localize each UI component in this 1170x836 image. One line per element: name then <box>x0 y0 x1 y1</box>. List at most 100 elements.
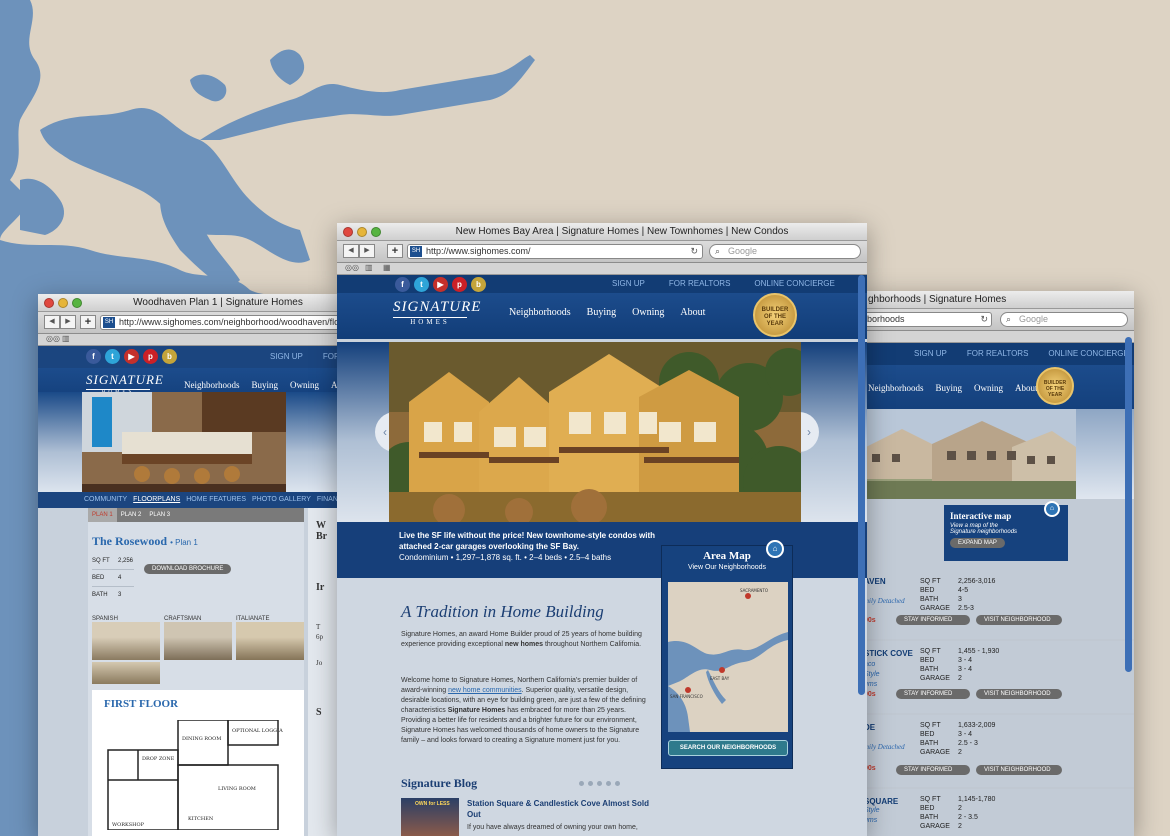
blog-icon[interactable]: b <box>471 277 486 292</box>
sign-up-link[interactable]: SIGN UP <box>612 279 645 288</box>
grid-icon[interactable]: ▦ <box>383 263 391 272</box>
blog-heading: Signature Blog <box>401 776 478 790</box>
twitter-icon[interactable]: t <box>105 349 120 364</box>
top-links: SIGN UP FOR REALTORS ONLINE CONCIERGE <box>914 349 1129 358</box>
facebook-icon[interactable]: f <box>395 277 410 292</box>
download-brochure-button[interactable]: DOWNLOAD BROCHURE <box>144 564 232 574</box>
window-controls <box>44 298 82 308</box>
for-realtors-link[interactable]: FOR REALTORS <box>669 279 731 288</box>
nav-neighborhoods[interactable]: Neighborhoods <box>868 383 924 393</box>
facebook-icon[interactable]: f <box>86 349 101 364</box>
house-thumbnail <box>164 622 232 660</box>
address-bar[interactable]: borhoods ↻ <box>862 312 992 327</box>
window-titlebar: Woodhaven Plan 1 | Signature Homes <box>38 294 338 312</box>
address-bar[interactable]: SH http://www.sighomes.com/neighborhood/… <box>100 315 338 330</box>
pinterest-icon[interactable]: p <box>452 277 467 292</box>
blog-post-title[interactable]: Station Square & Candlestick Cove Almost… <box>467 798 655 820</box>
back-icon[interactable]: ◀ <box>44 315 60 329</box>
book-icon[interactable]: ▥ <box>365 263 373 272</box>
minimize-icon[interactable] <box>357 227 367 237</box>
reader-icon[interactable]: ◎◎ <box>46 334 60 343</box>
scrollbar[interactable] <box>1125 337 1132 672</box>
for-realtors-link[interactable]: FOR REA <box>323 352 338 361</box>
visit-neighborhood-button[interactable]: VISIT NEIGHBORHOOD <box>976 689 1062 699</box>
subnav-community[interactable]: COMMUNITY <box>84 492 127 508</box>
online-concierge-link[interactable]: ONLINE CONCIERGE <box>754 279 834 288</box>
new-home-communities-link[interactable]: new home communities <box>448 687 522 694</box>
sign-up-link[interactable]: SIGN UP <box>914 349 947 358</box>
book-icon[interactable]: ▥ <box>62 334 70 343</box>
elevation-spanish[interactable]: SPANISH <box>92 616 160 660</box>
floor-plan-drawing: DINING ROOM OPTIONAL LOGGIA LIVING ROOM … <box>107 720 283 830</box>
visit-neighborhood-button[interactable]: VISIT NEIGHBORHOOD <box>976 765 1062 775</box>
search-neighborhoods-button[interactable]: SEARCH OUR NEIGHBORHOODS <box>668 740 788 756</box>
for-realtors-link[interactable]: FOR REALTORS <box>967 349 1029 358</box>
blog-icon[interactable]: b <box>162 349 177 364</box>
sign-up-link[interactable]: SIGN UP <box>270 352 303 361</box>
reader-icon[interactable]: ◎◎ <box>345 263 359 272</box>
blog-pager-dots[interactable] <box>579 781 620 786</box>
minimize-icon[interactable] <box>58 298 68 308</box>
add-bookmark-icon[interactable]: + <box>80 315 96 329</box>
pinterest-icon[interactable]: p <box>143 349 158 364</box>
reload-icon[interactable]: ↻ <box>980 313 988 326</box>
tab-plan-1[interactable]: PLAN 1 <box>88 508 117 522</box>
builder-of-year-badge: BUILDER OF THE YEAR <box>1036 367 1074 405</box>
main-browser-window: New Homes Bay Area | Signature Homes | N… <box>337 223 867 836</box>
close-icon[interactable] <box>44 298 54 308</box>
forward-icon[interactable]: ▶ <box>359 244 375 258</box>
neighborhood-name[interactable]: AVEN <box>864 577 886 586</box>
elevation-italianate[interactable]: ITALIANATE <box>236 616 304 660</box>
top-strip: SIGN UP FOR REALTORS ONLINE CONCIERGE <box>860 343 1134 365</box>
expand-map-button[interactable]: EXPAND MAP <box>950 538 1005 548</box>
close-icon[interactable] <box>343 227 353 237</box>
nav-owning[interactable]: Owning <box>290 380 319 390</box>
subnav-photo-gallery[interactable]: PHOTO GALLERY <box>252 492 311 508</box>
visit-neighborhood-button[interactable]: VISIT NEIGHBORHOOD <box>976 615 1062 625</box>
online-concierge-link[interactable]: ONLINE CONCIERGE <box>1048 349 1128 358</box>
imap-line2: Signature neighborhoods <box>950 529 1018 535</box>
area-map-image[interactable]: SACRAMENTO EAST BAY SAN FRANCISCO <box>668 582 788 732</box>
nav-neighborhoods[interactable]: Neighborhoods <box>509 307 571 318</box>
search-field[interactable]: ⌕ Google <box>1000 312 1128 327</box>
nav-buying[interactable]: Buying <box>587 307 616 318</box>
tab-plan-2[interactable]: PLAN 2 <box>117 508 146 522</box>
youtube-icon[interactable]: ▶ <box>124 349 139 364</box>
forward-icon[interactable]: ▶ <box>60 315 76 329</box>
plan-tabs: PLAN 1 PLAN 2 PLAN 3 <box>88 508 304 522</box>
blog-thumbnail[interactable]: OWN for LESS <box>401 798 459 836</box>
plan-specs: SQ FT 2,256 BED 4 BATH 3 <box>92 553 134 603</box>
subnav-floorplans[interactable]: FLOORPLANS <box>133 492 180 508</box>
tab-plan-3[interactable]: PLAN 3 <box>145 508 174 522</box>
scrollbar[interactable] <box>858 275 865 695</box>
stay-informed-button[interactable]: STAY INFORMED <box>896 765 970 775</box>
youtube-icon[interactable]: ▶ <box>433 277 448 292</box>
nav-neighborhoods[interactable]: Neighborhoods <box>184 380 240 390</box>
neighborhood-name[interactable]: STICK COVE <box>864 649 913 658</box>
reload-icon[interactable]: ↻ <box>690 245 698 258</box>
zoom-icon[interactable] <box>371 227 381 237</box>
area-map-widget: ⌂ Area Map View Our Neighborhoods SACRAM… <box>661 540 793 769</box>
nav-owning[interactable]: Owning <box>974 383 1003 393</box>
stay-informed-button[interactable]: STAY INFORMED <box>896 689 970 699</box>
search-field[interactable]: ⌕ Google <box>709 244 861 259</box>
nav-buying[interactable]: Buying <box>936 383 963 393</box>
neighborhood-name[interactable]: SQUARE <box>864 797 898 806</box>
twitter-icon[interactable]: t <box>414 277 429 292</box>
bookmarks-bar: ◎◎ ▥ <box>38 334 338 346</box>
nav-buying[interactable]: Buying <box>252 380 279 390</box>
subnav-home-features[interactable]: HOME FEATURES <box>186 492 246 508</box>
subnav-financing[interactable]: FINANCING <box>317 492 338 508</box>
url-text: borhoods <box>867 314 905 324</box>
nav-owning[interactable]: Owning <box>632 307 664 318</box>
address-bar[interactable]: SH http://www.sighomes.com/ ↻ <box>407 244 703 259</box>
add-bookmark-icon[interactable]: + <box>387 244 403 258</box>
back-icon[interactable]: ◀ <box>343 244 359 258</box>
elevation-craftsman[interactable]: CRAFTSMAN <box>164 616 232 660</box>
signature-homes-logo[interactable]: SIGNATURE HOMES <box>393 299 480 326</box>
zoom-icon[interactable] <box>72 298 82 308</box>
stay-informed-button[interactable]: STAY INFORMED <box>896 615 970 625</box>
carousel-next-arrow[interactable]: › <box>799 412 819 452</box>
nav-about[interactable]: About <box>1015 383 1038 393</box>
nav-about[interactable]: About <box>680 307 705 318</box>
